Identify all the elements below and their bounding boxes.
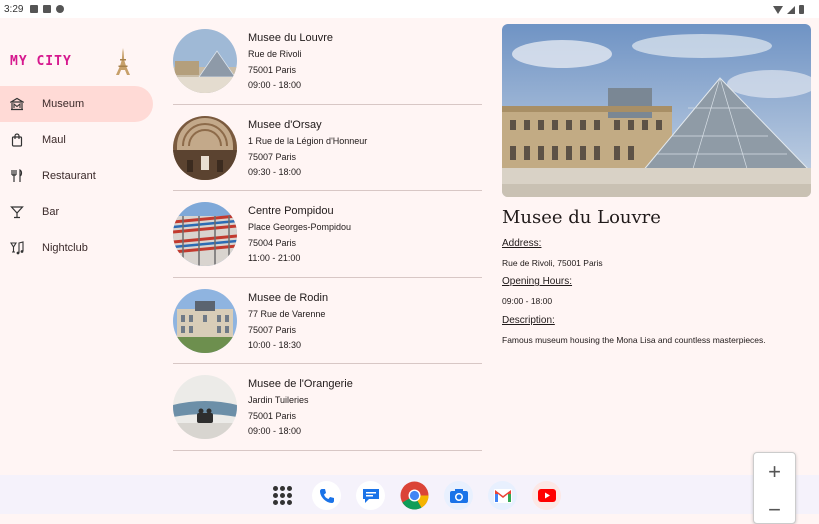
place-name: Centre Pompidou xyxy=(248,205,334,217)
gmail-icon[interactable] xyxy=(488,481,517,510)
battery-icon xyxy=(799,5,804,14)
shopping-bag-icon xyxy=(11,133,23,147)
apps-grid-icon[interactable] xyxy=(268,481,297,510)
zoom-in-button[interactable]: + xyxy=(754,459,795,485)
nav-item-label: Restaurant xyxy=(42,170,96,182)
detail-title: Musee du Louvre xyxy=(502,207,661,228)
nav-item-nightclub[interactable]: Nightclub xyxy=(0,230,153,266)
signal-icon xyxy=(787,5,795,14)
address-label: Address: xyxy=(502,238,542,249)
list-item[interactable]: Centre Pompidou Place Georges-Pompidou 7… xyxy=(173,191,482,278)
nightclub-icon xyxy=(10,241,24,255)
place-city: 75001 Paris xyxy=(248,65,297,75)
place-name: Musee du Louvre xyxy=(248,32,333,44)
phone-icon[interactable] xyxy=(312,481,341,510)
place-city: 75001 Paris xyxy=(248,411,297,421)
nav-item-label: Museum xyxy=(42,98,85,110)
place-thumbnail xyxy=(173,202,237,266)
nav-item-restaurant[interactable]: Restaurant xyxy=(0,158,153,194)
place-name: Musee de Rodin xyxy=(248,291,329,304)
place-city: 75007 Paris xyxy=(248,151,297,162)
place-thumbnail xyxy=(173,29,237,93)
status-time: 3:29 xyxy=(4,4,24,15)
app-brand: MY CITY xyxy=(10,54,72,69)
nav-item-museum[interactable]: Museum xyxy=(0,86,153,122)
place-address: 1 Rue de la Légion d'Honneur xyxy=(248,135,368,146)
notification-download-icon xyxy=(43,5,51,13)
status-bar: 3:29 xyxy=(0,0,819,18)
place-thumbnail xyxy=(173,375,237,439)
bar-icon xyxy=(10,206,24,219)
place-thumbnail xyxy=(173,288,237,353)
address-value: Rue de Rivoli, 75001 Paris xyxy=(502,258,603,268)
place-thumbnail xyxy=(173,115,237,180)
restaurant-icon xyxy=(11,169,23,182)
place-city: 75004 Paris xyxy=(248,238,297,248)
nav-item-bar[interactable]: Bar xyxy=(0,194,153,230)
list-item[interactable]: Musee du Louvre Rue de Rivoli 75001 Pari… xyxy=(173,18,482,105)
place-hours: 11:00 - 21:00 xyxy=(248,253,301,263)
chrome-icon[interactable] xyxy=(400,481,429,510)
eiffel-tower-icon xyxy=(116,48,130,75)
place-name: Musee d'Orsay xyxy=(248,118,322,131)
zoom-out-button[interactable]: − xyxy=(754,497,795,523)
nav-item-label: Maul xyxy=(42,134,66,146)
museum-icon xyxy=(10,97,24,111)
nav-item-label: Nightclub xyxy=(42,242,88,254)
wifi-icon xyxy=(773,5,783,14)
description-label: Description: xyxy=(502,315,555,326)
place-address: Place Georges-Pompidou xyxy=(248,222,352,232)
opening-hours-value: 09:00 - 18:00 xyxy=(502,296,553,306)
places-list: Musee du Louvre Rue de Rivoli 75001 Pari… xyxy=(173,18,482,451)
detail-hero-image xyxy=(502,24,811,197)
list-item[interactable]: Musee d'Orsay 1 Rue de la Légion d'Honne… xyxy=(173,105,482,191)
notification-sd-icon xyxy=(30,5,38,13)
place-address: 77 Rue de Varenne xyxy=(248,308,326,319)
place-hours: 09:30 - 18:00 xyxy=(248,166,302,177)
place-hours: 09:00 - 18:00 xyxy=(248,80,302,90)
place-hours: 10:00 - 18:30 xyxy=(248,339,302,350)
youtube-icon[interactable] xyxy=(532,481,561,510)
navigation-rail: Museum Maul Restaurant Bar Nightclub xyxy=(0,86,153,266)
nav-item-maul[interactable]: Maul xyxy=(0,122,153,158)
place-city: 75007 Paris xyxy=(248,324,297,335)
list-item[interactable]: Musee de l'Orangerie Jardin Tuileries 75… xyxy=(173,364,482,451)
place-hours: 09:00 - 18:00 xyxy=(248,426,302,436)
opening-hours-label: Opening Hours: xyxy=(502,276,573,287)
place-address: Jardin Tuileries xyxy=(248,395,309,405)
zoom-control: + − xyxy=(753,452,796,524)
notification-circle-icon xyxy=(56,5,64,13)
nav-item-label: Bar xyxy=(42,206,60,218)
list-item[interactable]: Musee de Rodin 77 Rue de Varenne 75007 P… xyxy=(173,278,482,364)
messages-icon[interactable] xyxy=(356,481,385,510)
place-name: Musee de l'Orangerie xyxy=(248,378,353,390)
camera-icon[interactable] xyxy=(444,481,473,510)
place-address: Rue de Rivoli xyxy=(248,49,302,59)
description-value: Famous museum housing the Mona Lisa and … xyxy=(502,335,766,345)
